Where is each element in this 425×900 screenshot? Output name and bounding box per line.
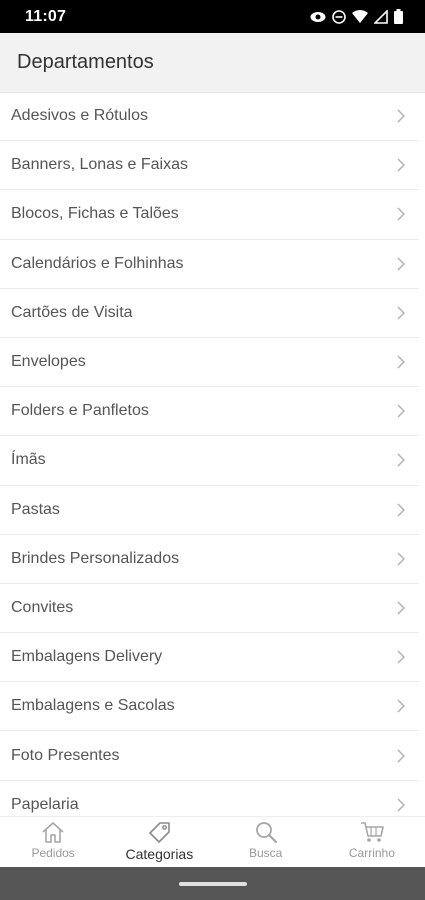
nav-label: Busca [248, 846, 283, 860]
chevron-right-icon [397, 404, 405, 418]
list-item[interactable]: Embalagens e Sacolas [0, 682, 419, 732]
list-item[interactable]: Banners, Lonas e Faixas [0, 141, 419, 191]
list-item-label: Papelaria [11, 795, 79, 813]
chevron-right-icon [397, 552, 405, 566]
list-item[interactable]: Foto Presentes [0, 731, 419, 781]
home-icon [40, 820, 66, 844]
app-header: Departamentos [0, 33, 425, 93]
list-item-label: Adesivos e Rótulos [11, 107, 148, 125]
list-item-label: Banners, Lonas e Faixas [11, 156, 188, 174]
cell-signal-icon [374, 9, 388, 24]
gesture-handle[interactable] [178, 881, 247, 886]
cart-icon [359, 820, 385, 844]
department-list: Adesivos e Rótulos Banners, Lonas e Faix… [0, 92, 425, 816]
nav-item-pedidos[interactable]: Pedidos [0, 817, 106, 868]
nav-item-busca[interactable]: Busca [213, 817, 319, 868]
chevron-right-icon [397, 749, 405, 763]
page-title: Departamentos [17, 51, 154, 73]
chevron-right-icon [397, 503, 405, 517]
search-icon [253, 820, 279, 844]
list-item-label: Calendários e Folhinhas [11, 254, 184, 272]
tag-icon [146, 820, 172, 844]
system-nav-bar [0, 867, 425, 900]
nav-label: Carrinho [348, 846, 395, 860]
do-not-disturb-icon [332, 9, 346, 24]
list-item-label: Brindes Personalizados [11, 549, 180, 567]
list-item-label: Ímãs [11, 451, 46, 469]
chevron-right-icon [397, 699, 405, 713]
list-item[interactable]: Embalagens Delivery [0, 633, 419, 683]
chevron-right-icon [397, 257, 405, 271]
chevron-right-icon [397, 158, 405, 172]
list-item[interactable]: Envelopes [0, 338, 419, 388]
list-item[interactable]: Cartões de Visita [0, 289, 419, 338]
chevron-right-icon [397, 601, 405, 615]
list-item-label: Folders e Panfletos [11, 402, 149, 420]
list-item[interactable]: Ímãs [0, 436, 419, 486]
list-item[interactable]: Brindes Personalizados [0, 535, 419, 584]
chevron-right-icon [397, 798, 405, 812]
list-item-label: Embalagens e Sacolas [11, 697, 175, 715]
list-item-label: Convites [11, 598, 74, 616]
list-item[interactable]: Adesivos e Rótulos [0, 92, 419, 142]
list-item[interactable]: Calendários e Folhinhas [0, 240, 419, 289]
list-item-label: Envelopes [11, 353, 86, 371]
status-bar: 11:07 [0, 0, 425, 33]
list-item-label: Cartões de Visita [11, 303, 133, 321]
chevron-right-icon [397, 453, 405, 467]
list-item[interactable]: Pastas [0, 486, 419, 535]
battery-icon [394, 9, 403, 24]
chevron-right-icon [397, 207, 405, 221]
bottom-nav: Pedidos Categorias Busca Carrinho [0, 816, 425, 868]
nav-label: Pedidos [31, 846, 75, 860]
chevron-right-icon [397, 109, 405, 123]
list-item-label: Blocos, Fichas e Talões [11, 205, 179, 223]
chevron-right-icon [397, 650, 405, 664]
list-item-label: Foto Presentes [11, 746, 120, 764]
chevron-right-icon [397, 355, 405, 369]
nav-label: Categorias [125, 846, 194, 862]
list-item[interactable]: Folders e Panfletos [0, 387, 419, 437]
eye-icon [310, 11, 326, 23]
status-icons [310, 9, 403, 24]
wifi-icon [352, 10, 368, 23]
list-item[interactable]: Papelaria [0, 781, 419, 816]
nav-item-categorias[interactable]: Categorias [106, 817, 212, 868]
list-item[interactable]: Blocos, Fichas e Talões [0, 190, 419, 240]
list-item-label: Pastas [11, 500, 60, 518]
status-time: 11:07 [25, 7, 67, 25]
nav-item-carrinho[interactable]: Carrinho [319, 817, 425, 868]
list-item[interactable]: Convites [0, 584, 419, 634]
list-item-label: Embalagens Delivery [11, 648, 163, 666]
chevron-right-icon [397, 306, 405, 320]
